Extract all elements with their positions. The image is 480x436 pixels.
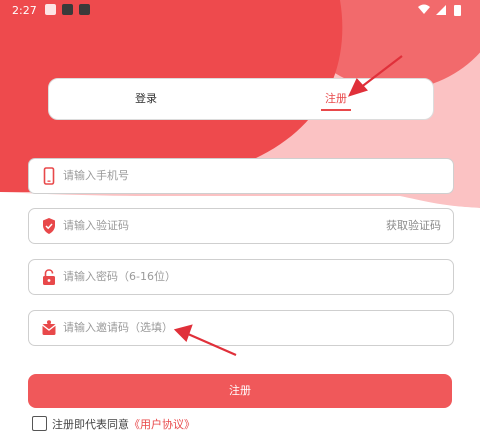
code-placeholder: 请输入验证码	[63, 219, 129, 232]
invite-placeholder: 请输入邀请码（选填）	[63, 321, 173, 334]
user-agreement-link[interactable]: 《用户协议》	[129, 418, 195, 431]
battery-icon	[454, 5, 461, 16]
wifi-icon	[418, 4, 430, 14]
lock-icon	[43, 269, 55, 285]
invite-icon	[42, 320, 56, 335]
tab-login[interactable]: 登录	[135, 79, 157, 119]
phone-placeholder: 请输入手机号	[63, 169, 129, 182]
tab-active-indicator	[321, 109, 351, 111]
status-time: 2:27	[12, 4, 37, 17]
get-code-button[interactable]: 获取验证码	[386, 209, 441, 243]
verification-code-field[interactable]: 请输入验证码 获取验证码	[28, 208, 454, 244]
password-field[interactable]: 请输入密码（6-16位）	[28, 259, 454, 295]
password-placeholder: 请输入密码（6-16位）	[63, 270, 176, 283]
agreement-prefix: 注册即代表同意	[52, 418, 129, 431]
agreement-text: 注册即代表同意《用户协议》	[52, 416, 195, 432]
register-button[interactable]: 注册	[28, 374, 452, 408]
status-bar: 2:27	[0, 0, 480, 22]
invite-code-field[interactable]: 请输入邀请码（选填）	[28, 310, 454, 346]
phone-icon	[43, 167, 55, 185]
signal-icon	[436, 5, 446, 15]
shield-icon	[43, 218, 55, 234]
system-icons	[416, 3, 468, 20]
notification-icon	[45, 4, 56, 15]
tab-register[interactable]: 注册	[325, 79, 347, 119]
phone-field[interactable]: 请输入手机号	[28, 158, 454, 194]
notification-icon	[79, 4, 90, 15]
auth-tabs: 登录 注册	[48, 78, 434, 120]
notification-icon	[62, 4, 73, 15]
agreement-checkbox[interactable]	[32, 416, 47, 431]
